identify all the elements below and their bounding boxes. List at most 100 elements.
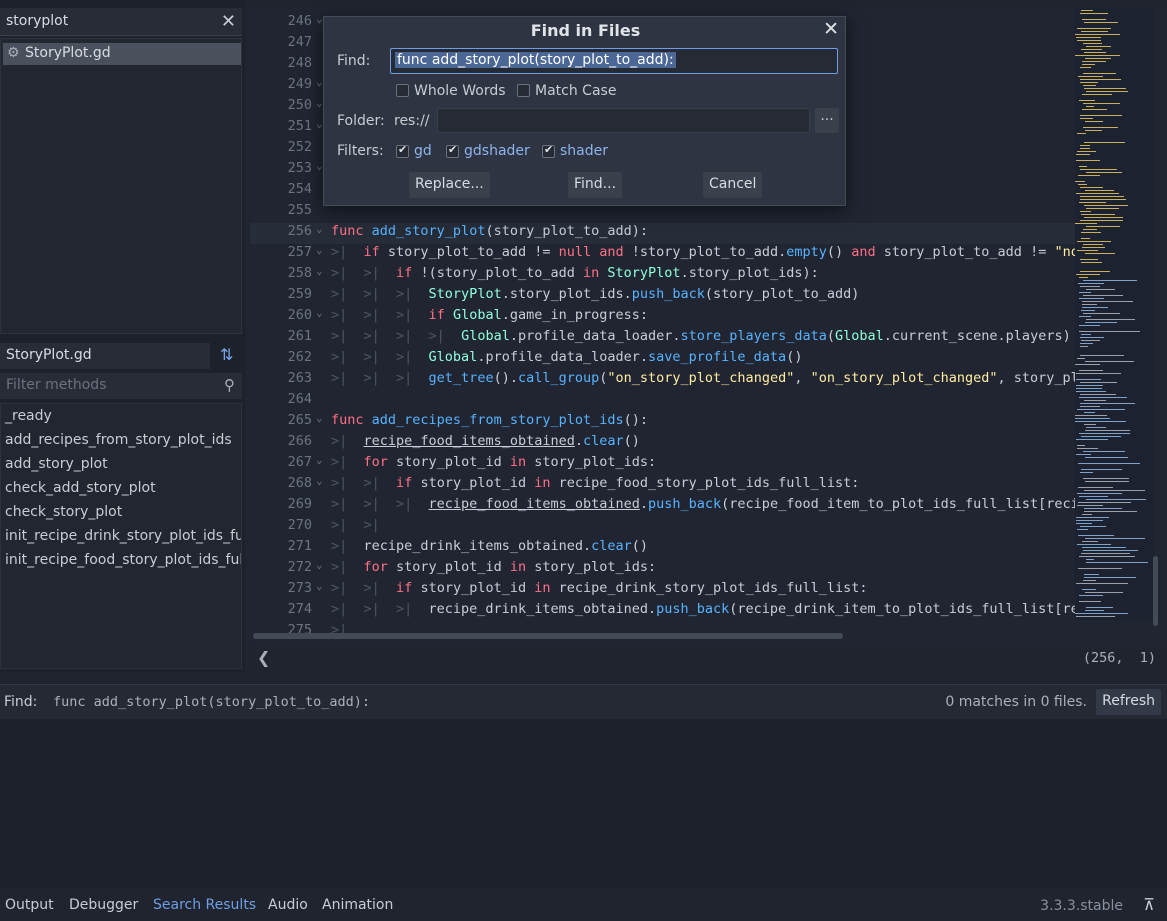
- code-line[interactable]: 272 ⌄ >| for story_plot_id in story_plot_i…: [250, 559, 1075, 580]
- minimap-stroke: [1076, 391, 1106, 392]
- minimap-stroke: [1080, 337, 1104, 338]
- find-label: Find:: [337, 53, 371, 69]
- code-line[interactable]: 263 >| >| >| get_tree().call_group("on_st…: [250, 370, 1075, 391]
- fold-arrow-icon[interactable]: ⌄: [316, 118, 323, 130]
- code-line[interactable]: 268 ⌄ >| >| if story_plot_id in recipe_foo…: [250, 475, 1075, 496]
- sort-icon[interactable]: ⇅: [220, 345, 233, 364]
- filter-methods-input[interactable]: Filter methods ⚲: [0, 373, 242, 399]
- pin-panel-icon[interactable]: ⊼: [1143, 895, 1155, 914]
- minimap-stroke: [1084, 400, 1106, 401]
- line-number: 271: [287, 538, 312, 554]
- whole-words-label: Whole Words: [414, 83, 506, 99]
- minimap-stroke: [1079, 595, 1103, 596]
- fold-arrow-icon[interactable]: ⌄: [316, 13, 323, 25]
- find-in-files-dialog: Find in Files ✕ Find: func add_story_plo…: [323, 16, 846, 206]
- tab-debugger[interactable]: Debugger: [69, 897, 138, 913]
- script-search-input[interactable]: storyplot ✕: [0, 8, 242, 36]
- minimap-stroke: [1083, 313, 1120, 314]
- code-minimap[interactable]: [1075, 8, 1155, 620]
- code-line[interactable]: 274 >| >| >| recipe_drink_items_obtained.…: [250, 601, 1075, 622]
- code-line[interactable]: 264: [250, 391, 1075, 412]
- folder-input[interactable]: [437, 108, 810, 133]
- minimap-stroke: [1083, 295, 1123, 296]
- code-line[interactable]: 273 ⌄ >| >| if story_plot_id in recipe_dri…: [250, 580, 1075, 601]
- minimap-stroke: [1080, 199, 1126, 200]
- code-line[interactable]: 261 >| >| >| >| Global.profile_data_loade…: [250, 328, 1075, 349]
- vertical-scrollbar[interactable]: [1153, 556, 1158, 626]
- filter-gd-checkbox[interactable]: [396, 143, 409, 158]
- method-item[interactable]: check_add_story_plot: [5, 480, 156, 496]
- minimap-stroke: [1081, 334, 1091, 335]
- close-icon[interactable]: ✕: [823, 18, 839, 40]
- minimap-stroke: [1079, 325, 1100, 326]
- whole-words-checkbox[interactable]: [396, 84, 409, 97]
- code-text: >| for story_plot_id in story_plot_ids:: [331, 559, 657, 575]
- line-number: 273: [287, 580, 312, 596]
- code-line[interactable]: 271 >| recipe_drink_items_obtained.clear(…: [250, 538, 1075, 559]
- code-line[interactable]: 267 ⌄ >| for story_plot_id in story_plot_i…: [250, 454, 1075, 475]
- minimap-stroke: [1082, 307, 1108, 308]
- method-item[interactable]: add_story_plot: [5, 456, 108, 472]
- fold-arrow-icon[interactable]: ⌄: [316, 244, 323, 256]
- minimap-stroke: [1081, 340, 1100, 341]
- minimap-stroke: [1076, 193, 1119, 194]
- minimap-stroke: [1076, 274, 1100, 275]
- search-results-header: Find: func add_story_plot(story_plot_to_…: [0, 685, 1167, 719]
- fold-arrow-icon[interactable]: ⌄: [316, 559, 323, 571]
- tab-audio[interactable]: Audio: [268, 897, 308, 913]
- find-button[interactable]: Find...: [568, 172, 623, 198]
- minimap-stroke: [1086, 226, 1120, 227]
- gear-icon: ⚙: [7, 45, 20, 61]
- tab-search-results[interactable]: Search Results: [153, 897, 256, 913]
- browse-folder-button[interactable]: ...: [815, 108, 839, 133]
- code-text: >| >| >| >| Global.profile_data_loader.s…: [331, 328, 1071, 344]
- code-line[interactable]: 270 >| >|: [250, 517, 1075, 538]
- fold-arrow-icon[interactable]: ⌄: [316, 223, 323, 235]
- code-line[interactable]: 257 ⌄ >| if story_plot_to_add != null and …: [250, 244, 1075, 265]
- line-number: 263: [287, 370, 312, 386]
- chevron-left-icon[interactable]: ❮: [257, 648, 270, 667]
- code-line[interactable]: 265 ⌄ func add_recipes_from_story_plot_ids…: [250, 412, 1075, 433]
- fold-arrow-icon[interactable]: ⌄: [316, 580, 323, 592]
- refresh-button[interactable]: Refresh: [1096, 689, 1161, 715]
- method-item[interactable]: check_story_plot: [5, 504, 122, 520]
- fold-arrow-icon[interactable]: ⌄: [316, 97, 323, 109]
- fold-arrow-icon[interactable]: ⌄: [316, 160, 323, 172]
- method-item[interactable]: init_recipe_drink_story_plot_ids_full_: [5, 528, 241, 544]
- version-label: 3.3.3.stable: [1040, 898, 1123, 914]
- cancel-button[interactable]: Cancel: [703, 172, 763, 198]
- line-number: 246: [287, 13, 312, 29]
- code-line[interactable]: 256 ⌄ func add_story_plot(story_plot_to_ad…: [250, 223, 1075, 244]
- fold-arrow-icon[interactable]: ⌄: [316, 307, 323, 319]
- method-item[interactable]: _ready: [5, 408, 52, 424]
- minimap-stroke: [1080, 346, 1088, 347]
- minimap-stroke: [1079, 316, 1091, 317]
- minimap-stroke: [1084, 574, 1099, 575]
- tab-output[interactable]: Output: [5, 897, 54, 913]
- filter-shader-checkbox[interactable]: [542, 143, 555, 158]
- dialog-title: Find in Files: [530, 21, 641, 40]
- fold-arrow-icon[interactable]: ⌄: [316, 454, 323, 466]
- code-line[interactable]: 259 >| >| >| StoryPlot.story_plot_ids.pus…: [250, 286, 1075, 307]
- horizontal-scrollbar[interactable]: [253, 633, 843, 639]
- minimap-stroke: [1084, 490, 1145, 491]
- replace-button[interactable]: Replace...: [409, 172, 490, 198]
- code-line[interactable]: 266 >| recipe_food_items_obtained.clear(): [250, 433, 1075, 454]
- code-line[interactable]: 260 ⌄ >| >| >| if Global.game_in_progress:: [250, 307, 1075, 328]
- minimap-stroke: [1080, 259, 1098, 260]
- fold-arrow-icon[interactable]: ⌄: [316, 475, 323, 487]
- file-item-storyplot[interactable]: ⚙ StoryPlot.gd: [3, 43, 241, 65]
- tab-animation[interactable]: Animation: [322, 897, 393, 913]
- fold-arrow-icon[interactable]: ⌄: [316, 265, 323, 277]
- fold-arrow-icon[interactable]: ⌄: [316, 412, 323, 424]
- fold-arrow-icon[interactable]: ⌄: [316, 76, 323, 88]
- code-line[interactable]: 262 >| >| >| Global.profile_data_loader.s…: [250, 349, 1075, 370]
- method-item[interactable]: init_recipe_food_story_plot_ids_full_: [5, 552, 241, 568]
- clear-search-icon[interactable]: ✕: [221, 11, 236, 32]
- filter-gdshader-checkbox[interactable]: [446, 143, 459, 158]
- code-line[interactable]: 269 >| >| >| recipe_food_items_obtained.p…: [250, 496, 1075, 517]
- find-input[interactable]: func add_story_plot(story_plot_to_add):: [390, 48, 838, 74]
- method-item[interactable]: add_recipes_from_story_plot_ids: [5, 432, 232, 448]
- match-case-checkbox[interactable]: [517, 84, 530, 97]
- code-line[interactable]: 258 ⌄ >| >| if !(story_plot_to_add in Stor…: [250, 265, 1075, 286]
